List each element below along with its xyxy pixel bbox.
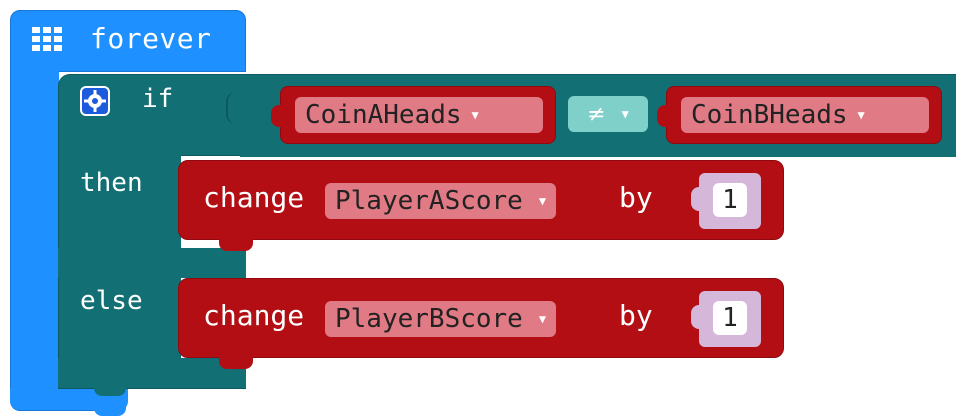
condition-socket [226,92,242,124]
variable-name: CoinAHeads [305,100,462,130]
change-player-a-score-block[interactable]: change PlayerAScore ▼ by 1 [178,160,784,251]
variable-dropdown-left[interactable]: CoinAHeads ▼ [295,97,543,133]
change-player-b-score-block[interactable]: change PlayerBScore ▼ by 1 [178,278,784,369]
variable-dropdown[interactable]: PlayerBScore ▼ [325,301,557,337]
variable-dropdown[interactable]: PlayerAScore ▼ [325,183,557,219]
grid-icon [32,27,62,51]
operator-dropdown[interactable]: ≠ ▼ [568,96,648,132]
by-label: by [619,181,653,214]
then-label: then [80,168,143,198]
change-label: change [203,181,305,214]
chevron-down-icon: ▼ [471,108,479,122]
chevron-down-icon: ▼ [621,107,629,121]
number-input[interactable]: 1 [713,301,747,335]
variable-reporter-right[interactable]: CoinBHeads ▼ [657,86,942,144]
forever-label: forever [90,22,212,55]
number-socket: 1 [691,291,761,347]
variable-reporter-left[interactable]: CoinAHeads ▼ [271,86,556,144]
variable-dropdown-right[interactable]: CoinBHeads ▼ [681,97,929,133]
chevron-down-icon: ▼ [857,108,865,122]
chevron-down-icon: ▼ [538,194,547,208]
variable-name: PlayerAScore [335,186,523,216]
if-label: if [142,84,174,114]
change-label: change [203,299,305,332]
blocks-workspace: forever if then else CoinAHeads ▼ ≠ ▼ Co… [0,0,958,416]
number-socket: 1 [691,173,761,229]
else-label: else [80,286,143,316]
chevron-down-icon: ▼ [538,312,547,326]
by-label: by [619,299,653,332]
number-input[interactable]: 1 [713,183,747,217]
variable-name: PlayerBScore [335,304,523,334]
operator-symbol: ≠ [587,101,606,127]
gear-icon[interactable] [80,86,110,116]
variable-name: CoinBHeads [691,100,848,130]
